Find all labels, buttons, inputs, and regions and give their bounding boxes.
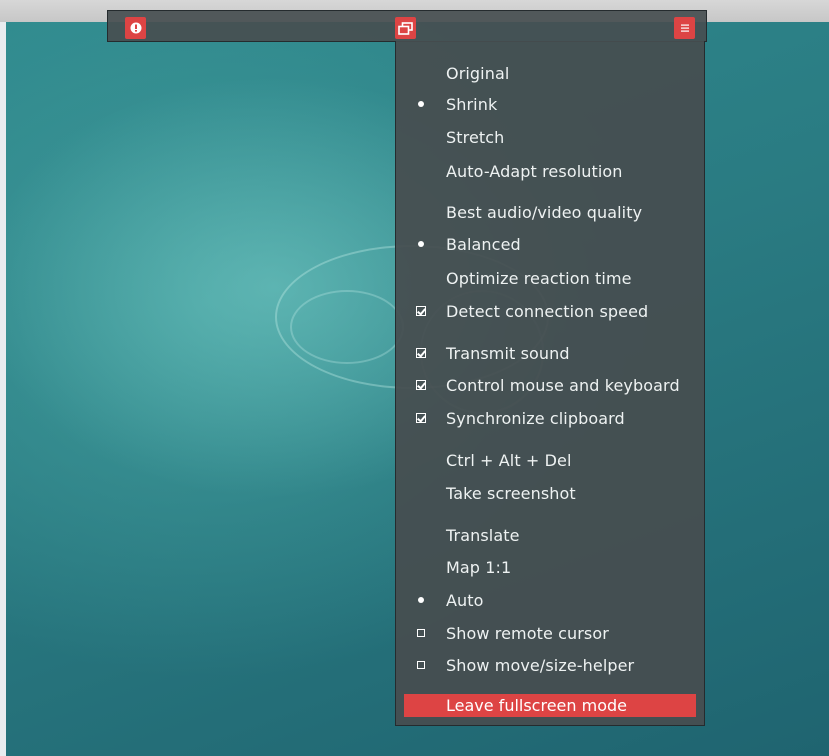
checkbox-checked-icon xyxy=(396,404,446,432)
menu-item-spacer xyxy=(396,446,446,474)
menu-item-spacer xyxy=(396,553,446,581)
options-dropdown-menu: Leave fullscreen mode Original Shrink Stre… xyxy=(395,41,705,726)
menu-item-label: Translate xyxy=(446,525,520,545)
menu-item-transmit-sound[interactable]: Transmit sound xyxy=(396,339,704,367)
menu-item-show-remote-cursor[interactable]: Show remote cursor xyxy=(396,619,704,647)
checkbox-checked-icon xyxy=(396,371,446,399)
menu-item-label: Best audio/video quality xyxy=(446,202,643,222)
menu-item-control-mouse-and-keyboard[interactable]: Control mouse and keyboard xyxy=(396,371,704,399)
menu-item-label: Auto xyxy=(446,590,484,610)
menu-item-label: Auto-Adapt resolution xyxy=(446,161,623,181)
menu-item-spacer xyxy=(396,264,446,292)
radio-dot-icon xyxy=(396,586,446,614)
menu-item-map-1-1[interactable]: Map 1:1 xyxy=(396,553,704,581)
menu-item-label: Take screenshot xyxy=(446,483,576,503)
fullscreen-toolbar xyxy=(107,10,707,42)
menu-item-spacer xyxy=(396,157,446,185)
menu-item-label: Show remote cursor xyxy=(446,623,609,643)
radio-dot-icon xyxy=(396,230,446,258)
leave-fullscreen-button[interactable]: Leave fullscreen mode xyxy=(404,694,696,717)
menu-item-spacer xyxy=(396,123,446,151)
menu-item-balanced[interactable]: Balanced xyxy=(396,230,704,258)
menu-item-label: Synchronize clipboard xyxy=(446,408,625,428)
menu-item-shrink[interactable]: Shrink xyxy=(396,90,704,118)
debian-swirl-arc-inner xyxy=(290,290,404,364)
menu-item-ctrl-alt-del[interactable]: Ctrl + Alt + Del xyxy=(396,446,704,474)
checkbox-checked-icon xyxy=(396,339,446,367)
menu-item-show-move-size-helper[interactable]: Show move/size-helper xyxy=(396,651,704,679)
hamburger-menu-icon[interactable] xyxy=(674,17,695,39)
info-icon[interactable] xyxy=(125,17,146,39)
checkbox-unchecked-icon xyxy=(396,619,446,647)
menu-item-label: Original xyxy=(446,63,510,83)
menu-item-spacer xyxy=(396,59,446,87)
menu-item-spacer xyxy=(396,521,446,549)
menu-item-auto[interactable]: Auto xyxy=(396,586,704,614)
menu-item-label: Balanced xyxy=(446,234,521,254)
checkbox-checked-icon xyxy=(396,297,446,325)
menu-item-best-audio-video-quality[interactable]: Best audio/video quality xyxy=(396,198,704,226)
menu-item-auto-adapt-resolution[interactable]: Auto-Adapt resolution xyxy=(396,157,704,185)
menu-item-take-screenshot[interactable]: Take screenshot xyxy=(396,479,704,507)
menu-item-label: Shrink xyxy=(446,94,498,114)
radio-dot-icon xyxy=(396,90,446,118)
menu-item-stretch[interactable]: Stretch xyxy=(396,123,704,151)
restore-window-icon[interactable] xyxy=(395,17,416,39)
menu-item-label: Stretch xyxy=(446,127,505,147)
menu-item-label: Optimize reaction time xyxy=(446,268,632,288)
menu-item-detect-connection-speed[interactable]: Detect connection speed xyxy=(396,297,704,325)
checkbox-unchecked-icon xyxy=(396,651,446,679)
menu-item-original[interactable]: Original xyxy=(396,59,704,87)
menu-item-translate[interactable]: Translate xyxy=(396,521,704,549)
left-window-edge xyxy=(0,22,6,756)
menu-item-spacer xyxy=(396,198,446,226)
menu-item-label: Map 1:1 xyxy=(446,557,512,577)
menu-item-label: Transmit sound xyxy=(446,343,570,363)
menu-item-label: Ctrl + Alt + Del xyxy=(446,450,572,470)
menu-item-label: Show move/size-helper xyxy=(446,655,635,675)
menu-item-label: Detect connection speed xyxy=(446,301,649,321)
menu-item-optimize-reaction-time[interactable]: Optimize reaction time xyxy=(396,264,704,292)
menu-item-spacer xyxy=(396,479,446,507)
menu-item-synchronize-clipboard[interactable]: Synchronize clipboard xyxy=(396,404,704,432)
menu-item-label: Control mouse and keyboard xyxy=(446,375,680,395)
